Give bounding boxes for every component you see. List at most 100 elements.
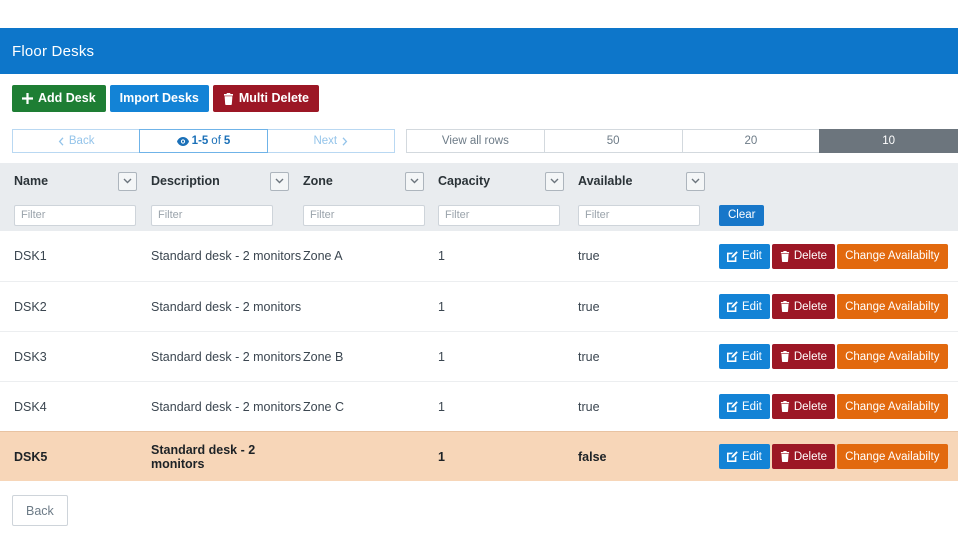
pagination-bar: Back 1-5 of 5 Next xyxy=(12,129,958,153)
add-desk-label: Add Desk xyxy=(38,85,96,112)
row-action-group: Edit Delete Change Availabilty xyxy=(719,294,948,319)
edit-label: Edit xyxy=(742,250,762,262)
column-header-zone: Zone xyxy=(303,172,438,191)
delete-button[interactable]: Delete xyxy=(772,344,835,369)
trash-icon xyxy=(780,251,790,262)
table-row[interactable]: DSK4 Standard desk - 2 monitors Zone C 1… xyxy=(0,381,958,431)
edit-button[interactable]: Edit xyxy=(719,294,770,319)
footer: Back xyxy=(12,495,68,526)
delete-label: Delete xyxy=(794,250,827,262)
edit-button[interactable]: Edit xyxy=(719,344,770,369)
multi-delete-label: Multi Delete xyxy=(239,85,309,112)
multi-delete-button[interactable]: Multi Delete xyxy=(213,85,319,112)
pagination-range[interactable]: 1-5 of 5 xyxy=(139,129,267,153)
rows-option-10[interactable]: 10 xyxy=(819,129,958,153)
back-button[interactable]: Back xyxy=(12,495,68,526)
desks-table: Name Description Zone xyxy=(0,163,958,481)
chevron-down-icon[interactable] xyxy=(270,172,289,191)
pagination-next-button[interactable]: Next xyxy=(267,129,395,153)
filter-input-zone[interactable] xyxy=(303,205,425,226)
toolbar: Add Desk Import Desks Multi Delete xyxy=(12,85,319,112)
pagination-range-total: 5 xyxy=(224,135,230,147)
eye-icon xyxy=(177,137,189,146)
cell-zone: Zone C xyxy=(303,400,438,414)
cell-capacity: 1 xyxy=(438,400,578,414)
delete-label: Delete xyxy=(794,351,827,363)
pencil-edit-icon xyxy=(727,351,738,362)
cell-name: DSK3 xyxy=(14,350,151,364)
column-label-available: Available xyxy=(578,174,686,188)
pagination-back-button[interactable]: Back xyxy=(12,129,140,153)
delete-button[interactable]: Delete xyxy=(772,294,835,319)
pencil-edit-icon xyxy=(727,401,738,412)
plus-icon xyxy=(22,93,33,104)
cell-name: DSK5 xyxy=(14,450,151,464)
chevron-left-icon xyxy=(58,137,64,146)
cell-actions: Edit Delete Change Availabilty xyxy=(719,444,952,469)
edit-label: Edit xyxy=(742,351,762,363)
delete-button[interactable]: Delete xyxy=(772,394,835,419)
filter-cell-actions: Clear xyxy=(719,205,952,226)
import-desks-button[interactable]: Import Desks xyxy=(110,85,209,112)
trash-icon xyxy=(780,301,790,312)
table-body: DSK1 Standard desk - 2 monitors Zone A 1… xyxy=(0,231,958,481)
rows-option-20[interactable]: 20 xyxy=(682,129,821,153)
table-row[interactable]: DSK5 Standard desk - 2 monitors 1 false xyxy=(0,431,958,481)
pagination-back-label: Back xyxy=(69,135,95,147)
pencil-edit-icon xyxy=(727,251,738,262)
floor-desks-page: Floor Desks Add Desk Import Desks Multi … xyxy=(0,0,973,545)
trash-icon xyxy=(223,93,234,105)
cell-actions: Edit Delete Change Availabilty xyxy=(719,244,952,269)
table-header: Name Description Zone xyxy=(0,163,958,231)
edit-button[interactable]: Edit xyxy=(719,244,770,269)
rows-per-page-group: View all rows 50 20 10 xyxy=(406,129,958,153)
cell-available: true xyxy=(578,400,719,414)
cell-description: Standard desk - 2 monitors xyxy=(151,400,303,414)
column-header-name: Name xyxy=(14,172,151,191)
table-row[interactable]: DSK1 Standard desk - 2 monitors Zone A 1… xyxy=(0,231,958,281)
row-action-group: Edit Delete Change Availabilty xyxy=(719,344,948,369)
change-availability-button[interactable]: Change Availabilty xyxy=(837,394,947,419)
pagination-next-label: Next xyxy=(313,135,337,147)
rows-option-50[interactable]: 50 xyxy=(544,129,683,153)
row-action-group: Edit Delete Change Availabilty xyxy=(719,444,948,469)
table-row[interactable]: DSK2 Standard desk - 2 monitors 1 true xyxy=(0,281,958,331)
edit-button[interactable]: Edit xyxy=(719,444,770,469)
edit-button[interactable]: Edit xyxy=(719,394,770,419)
cell-zone: Zone B xyxy=(303,350,438,364)
delete-button[interactable]: Delete xyxy=(772,244,835,269)
change-availability-button[interactable]: Change Availabilty xyxy=(837,294,947,319)
filter-cell-available xyxy=(578,205,719,226)
pagination-range-current: 1-5 xyxy=(192,135,209,147)
chevron-down-icon[interactable] xyxy=(118,172,137,191)
filter-input-name[interactable] xyxy=(14,205,136,226)
table-filter-row: Clear xyxy=(0,199,958,231)
clear-filters-button[interactable]: Clear xyxy=(719,205,764,226)
cell-capacity: 1 xyxy=(438,350,578,364)
chevron-down-icon[interactable] xyxy=(686,172,705,191)
column-label-name: Name xyxy=(14,174,118,188)
change-availability-button[interactable]: Change Availabilty xyxy=(837,344,947,369)
filter-input-capacity[interactable] xyxy=(438,205,560,226)
delete-button[interactable]: Delete xyxy=(772,444,835,469)
cell-capacity: 1 xyxy=(438,249,578,263)
cell-description: Standard desk - 2 monitors xyxy=(151,443,303,471)
chevron-down-icon[interactable] xyxy=(405,172,424,191)
filter-input-description[interactable] xyxy=(151,205,273,226)
cell-description: Standard desk - 2 monitors xyxy=(151,350,303,364)
edit-label: Edit xyxy=(742,451,762,463)
pagination-range-of: of xyxy=(211,135,221,147)
filter-input-available[interactable] xyxy=(578,205,700,226)
change-availability-button[interactable]: Change Availabilty xyxy=(837,244,947,269)
table-row[interactable]: DSK3 Standard desk - 2 monitors Zone B 1… xyxy=(0,331,958,381)
change-availability-button[interactable]: Change Availabilty xyxy=(837,444,947,469)
column-header-description: Description xyxy=(151,172,303,191)
column-label-zone: Zone xyxy=(303,174,405,188)
cell-actions: Edit Delete Change Availabilty xyxy=(719,294,952,319)
import-desks-label: Import Desks xyxy=(120,85,199,112)
rows-option-view-all[interactable]: View all rows xyxy=(406,129,545,153)
chevron-down-icon[interactable] xyxy=(545,172,564,191)
add-desk-button[interactable]: Add Desk xyxy=(12,85,106,112)
edit-label: Edit xyxy=(742,401,762,413)
column-header-available: Available xyxy=(578,172,719,191)
